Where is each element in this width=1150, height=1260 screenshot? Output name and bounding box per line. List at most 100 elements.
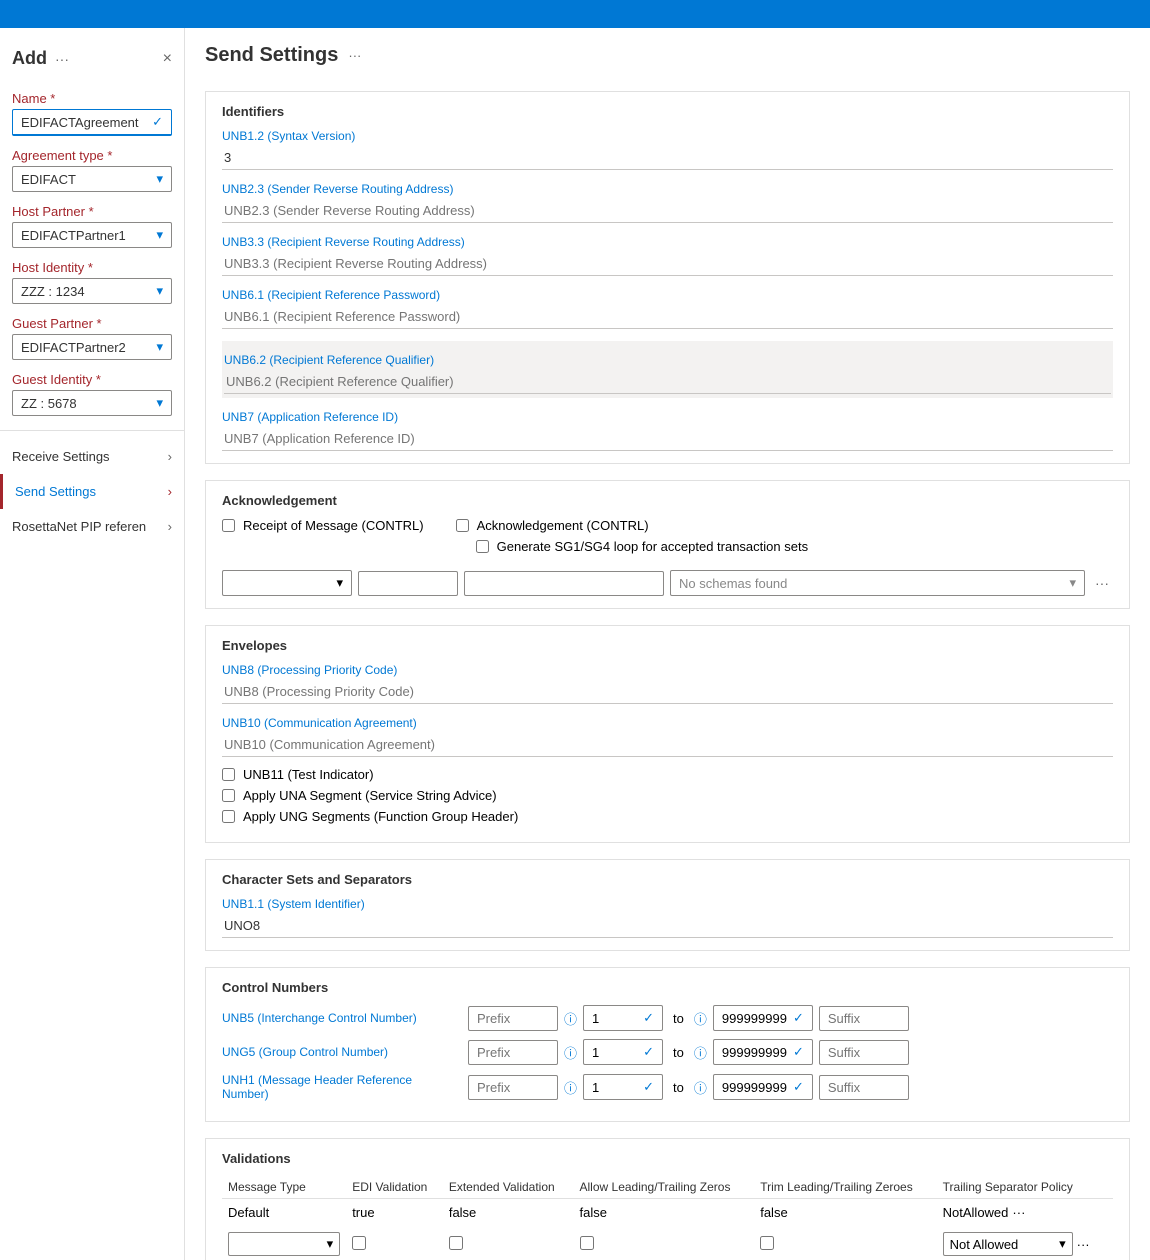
unb7-input[interactable] [222,427,1113,451]
name-select[interactable]: EDIFACTAgreement ✓ [12,109,172,136]
unb62-input[interactable] [224,370,1111,394]
to-label: to [673,1045,684,1060]
unb5-suffix[interactable] [819,1006,909,1031]
receive-settings-label: Receive Settings [12,449,110,464]
unb61-input[interactable] [222,305,1113,329]
row-more-options-dots[interactable]: ··· [1077,1237,1090,1252]
ung5-suffix[interactable] [819,1040,909,1065]
host-identity-select[interactable]: ZZZ : 1234 ▾ [12,278,172,304]
host-partner-label: Host Partner * [12,204,172,219]
col-trailing-separator: Trailing Separator Policy [937,1176,1113,1199]
envelopes-title: Envelopes [222,638,1113,653]
info-icon[interactable]: ⓘ [694,1009,707,1028]
una-checkbox-label[interactable]: Apply UNA Segment (Service String Advice… [222,788,1113,803]
unb12-input[interactable] [222,146,1113,170]
chevron-down-icon: ▾ [327,1236,334,1252]
unb11-checkbox[interactable] [222,768,235,781]
ack-contrl-label: Acknowledgement (CONTRL) [477,518,649,533]
receipt-msg-group: Receipt of Message (CONTRL) [222,518,424,539]
unb5-to-value: 999999999 [722,1011,787,1026]
input-edi-validation-checkbox[interactable] [352,1236,366,1250]
receipt-msg-checkbox-label[interactable]: Receipt of Message (CONTRL) [222,518,424,533]
ung-checkbox-label[interactable]: Apply UNG Segments (Function Group Heade… [222,809,1113,824]
info-icon[interactable]: ⓘ [564,1078,577,1097]
ack-dropdown-1[interactable]: ▾ [222,570,352,596]
una-checkbox[interactable] [222,789,235,802]
sidebar-item-rosettanet[interactable]: RosettaNet PIP referen › [0,509,184,544]
ack-more-options[interactable]: ··· [1091,573,1113,593]
main-dots[interactable]: ··· [348,48,361,63]
name-field-group: Name * EDIFACTAgreement ✓ [0,85,184,142]
ack-contrl-checkbox-label[interactable]: Acknowledgement (CONTRL) [456,518,808,533]
receipt-msg-label: Receipt of Message (CONTRL) [243,518,424,533]
ack-input-1[interactable] [358,571,458,596]
ung5-prefix[interactable] [468,1040,558,1065]
host-partner-value: EDIFACTPartner1 [21,228,126,243]
unh1-prefix[interactable] [468,1075,558,1100]
input-policy-dropdown[interactable]: Not Allowed ▾ [943,1232,1073,1256]
more-options-dots[interactable]: ··· [1012,1205,1025,1220]
unb62-group: UNB6.2 (Recipient Reference Qualifier) [222,341,1113,398]
unb61-label: UNB6.1 (Recipient Reference Password) [222,288,1113,302]
input-trim-checkbox[interactable] [760,1236,774,1250]
unb5-to: 999999999 ✓ [713,1005,813,1031]
input-extended-validation-checkbox[interactable] [449,1236,463,1250]
envelope-checkboxes: UNB11 (Test Indicator) Apply UNA Segment… [222,767,1113,824]
host-partner-field-group: Host Partner * EDIFACTPartner1 ▾ [0,198,184,254]
ack-contrl-checkbox[interactable] [456,519,469,532]
info-icon[interactable]: ⓘ [694,1043,707,1062]
schema-dropdown[interactable]: No schemas found ▾ [670,570,1085,596]
sidebar-item-receive-settings[interactable]: Receive Settings › [0,439,184,474]
unh1-row: UNH1 (Message Header Reference Number) ⓘ… [222,1073,1113,1101]
info-icon[interactable]: ⓘ [564,1009,577,1028]
info-icon[interactable]: ⓘ [564,1043,577,1062]
unb11-sys-label: UNB1.1 (System Identifier) [222,897,1113,911]
input-allow-cell [574,1226,755,1260]
guest-identity-select[interactable]: ZZ : 5678 ▾ [12,390,172,416]
sidebar-divider [0,430,184,431]
unb12-label: UNB1.2 (Syntax Version) [222,129,1113,143]
unb11-sys-input[interactable] [222,914,1113,938]
agreement-type-select[interactable]: EDIFACT ▾ [12,166,172,192]
gen-sg1-label: Generate SG1/SG4 loop for accepted trans… [497,539,808,554]
ack-input-2[interactable] [464,571,664,596]
chevron-right-icon: › [168,484,172,499]
col-allow-leading-trailing: Allow Leading/Trailing Zeros [574,1176,755,1199]
unb5-prefix[interactable] [468,1006,558,1031]
sidebar-dots[interactable]: ··· [55,51,69,67]
host-partner-select[interactable]: EDIFACTPartner1 ▾ [12,222,172,248]
sidebar: Add ··· × Name * EDIFACTAgreement ✓ Agre… [0,28,185,1260]
receipt-msg-checkbox[interactable] [222,519,235,532]
default-policy-value: NotAllowed [943,1205,1009,1220]
sidebar-item-send-settings[interactable]: Send Settings › [0,474,184,509]
unh1-suffix[interactable] [819,1075,909,1100]
default-extended-validation: false [443,1199,574,1227]
unb8-group: UNB8 (Processing Priority Code) [222,663,1113,704]
gen-sg1-checkbox[interactable] [476,540,489,553]
agreement-type-label: Agreement type * [12,148,172,163]
unb33-input[interactable] [222,252,1113,276]
unb10-label: UNB10 (Communication Agreement) [222,716,1113,730]
chevron-down-icon: ✓ [152,114,163,130]
guest-partner-select[interactable]: EDIFACTPartner2 ▾ [12,334,172,360]
chevron-down-icon: ▾ [1069,575,1076,591]
ung-checkbox[interactable] [222,810,235,823]
gen-sg1-checkbox-label[interactable]: Generate SG1/SG4 loop for accepted trans… [476,539,808,554]
input-msg-type-dropdown[interactable]: ▾ [228,1232,340,1256]
unb5-row: UNB5 (Interchange Control Number) ⓘ 1 ✓ … [222,1005,1113,1031]
unb10-input[interactable] [222,733,1113,757]
input-policy-value: Not Allowed [950,1237,1019,1252]
col-trim-leading-trailing: Trim Leading/Trailing Zeroes [754,1176,936,1199]
guest-identity-label: Guest Identity * [12,372,172,387]
unb5-from-value: 1 [592,1011,599,1026]
guest-identity-value: ZZ : 5678 [21,396,77,411]
unh1-from-value: 1 [592,1080,599,1095]
close-icon[interactable]: × [163,50,172,68]
unb33-label: UNB3.3 (Recipient Reverse Routing Addres… [222,235,1113,249]
chevron-down-icon: ▾ [156,395,163,411]
info-icon[interactable]: ⓘ [694,1078,707,1097]
unb11-checkbox-label[interactable]: UNB11 (Test Indicator) [222,767,1113,782]
unb8-input[interactable] [222,680,1113,704]
unb23-input[interactable] [222,199,1113,223]
input-allow-checkbox[interactable] [580,1236,594,1250]
